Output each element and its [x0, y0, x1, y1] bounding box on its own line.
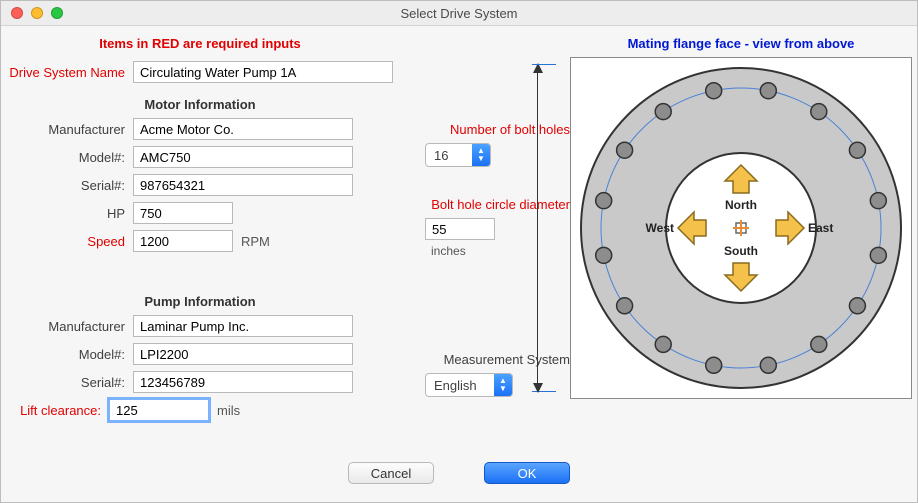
compass-label-s: South	[724, 244, 758, 258]
titlebar: Select Drive System	[1, 1, 917, 26]
motor-hp-row: HP	[5, 202, 395, 224]
motor-model-row: Model#:	[5, 146, 395, 168]
pump-lift-unit: mils	[217, 403, 240, 418]
pump-manufacturer-row: Manufacturer	[5, 315, 395, 337]
pump-section-title: Pump Information	[5, 294, 395, 309]
motor-section-title: Motor Information	[5, 97, 395, 112]
measurement-select[interactable]: English	[425, 373, 513, 397]
motor-serial-input[interactable]	[133, 174, 353, 196]
pump-serial-row: Serial#:	[5, 371, 395, 393]
pump-lift-label: Lift clearance:	[5, 403, 109, 418]
motor-speed-unit: RPM	[241, 234, 270, 249]
motor-speed-label: Speed	[5, 234, 133, 249]
window-controls	[1, 7, 63, 19]
motor-model-input[interactable]	[133, 146, 353, 168]
ok-button[interactable]: OK	[484, 462, 570, 484]
left-panel: Items in RED are required inputs Drive S…	[5, 34, 395, 427]
flange-diagram: North South East West	[570, 57, 912, 399]
flange-svg: North South East West	[571, 58, 911, 398]
pump-lift-input[interactable]	[109, 399, 209, 421]
bolt-count-select[interactable]: 16	[425, 143, 491, 167]
dialog-buttons: Cancel OK	[1, 462, 917, 484]
pump-model-label: Model#:	[5, 347, 133, 362]
pump-model-row: Model#:	[5, 343, 395, 365]
zoom-icon[interactable]	[51, 7, 63, 19]
cancel-button[interactable]: Cancel	[348, 462, 434, 484]
motor-speed-input[interactable]	[133, 230, 233, 252]
compass-label-n: North	[725, 198, 757, 212]
flange-banner: Mating flange face - view from above	[570, 36, 912, 51]
select-drive-system-window: Select Drive System Items in RED are req…	[0, 0, 918, 503]
right-panel: Mating flange face - view from above Nor…	[570, 34, 912, 427]
pump-manufacturer-input[interactable]	[133, 315, 353, 337]
pump-serial-label: Serial#:	[5, 375, 133, 390]
minimize-icon[interactable]	[31, 7, 43, 19]
compass-label-w: West	[646, 221, 674, 235]
window-title: Select Drive System	[1, 6, 917, 21]
updown-icon	[472, 144, 490, 166]
pump-manufacturer-label: Manufacturer	[5, 319, 133, 334]
motor-hp-input[interactable]	[133, 202, 233, 224]
motor-serial-label: Serial#:	[5, 178, 133, 193]
motor-manufacturer-input[interactable]	[133, 118, 353, 140]
dimension-line-icon	[537, 64, 550, 392]
pump-model-input[interactable]	[133, 343, 353, 365]
bolt-count-value: 16	[426, 144, 472, 166]
close-icon[interactable]	[11, 7, 23, 19]
pump-serial-input[interactable]	[133, 371, 353, 393]
required-banner: Items in RED are required inputs	[5, 36, 395, 51]
drive-system-name-label: Drive System Name	[5, 65, 133, 80]
drive-system-name-input[interactable]	[133, 61, 393, 83]
motor-hp-label: HP	[5, 206, 133, 221]
updown-icon	[494, 374, 512, 396]
drive-system-name-row: Drive System Name	[5, 61, 395, 83]
motor-manufacturer-row: Manufacturer	[5, 118, 395, 140]
motor-serial-row: Serial#:	[5, 174, 395, 196]
motor-speed-row: Speed RPM	[5, 230, 395, 252]
motor-model-label: Model#:	[5, 150, 133, 165]
motor-manufacturer-label: Manufacturer	[5, 122, 133, 137]
compass-label-e: East	[808, 221, 833, 235]
pump-lift-row: Lift clearance: mils	[5, 399, 395, 421]
measurement-value: English	[426, 374, 494, 396]
window-body: Items in RED are required inputs Drive S…	[1, 26, 917, 435]
bolt-diameter-input[interactable]	[425, 218, 495, 240]
